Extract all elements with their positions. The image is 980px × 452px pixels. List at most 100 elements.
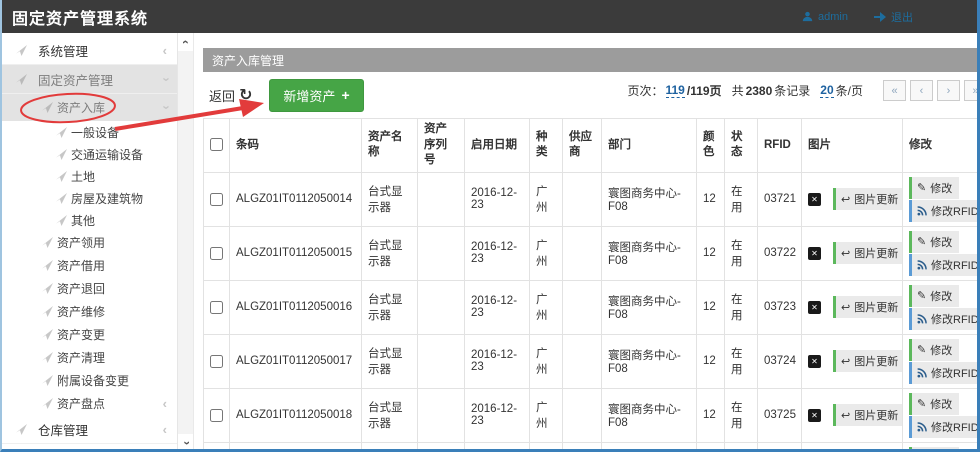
row-checkbox[interactable] bbox=[210, 355, 223, 368]
sidebar-item-3[interactable]: 一般设备 bbox=[2, 121, 177, 143]
nav-dart-icon bbox=[14, 74, 28, 85]
cell-start-date: 2016-12-23 bbox=[465, 442, 530, 452]
sidebar-scrollbar[interactable]: ‹ ‹ bbox=[177, 33, 193, 452]
select-all-checkbox[interactable] bbox=[210, 138, 223, 151]
image-update-button[interactable]: ↩ 图片更新 bbox=[833, 350, 903, 372]
col-start-date: 启用日期 bbox=[465, 119, 530, 173]
nav-dart-icon bbox=[40, 237, 54, 248]
cell-color: 12 bbox=[697, 226, 725, 280]
rfid-signal-icon bbox=[917, 368, 927, 378]
row-checkbox[interactable] bbox=[210, 247, 223, 260]
table-body: ALGZ01IT0112050014 台式显示器 2016-12-23 广州 寰… bbox=[204, 172, 980, 452]
modify-rfid-button[interactable]: 修改RFID bbox=[909, 308, 980, 330]
chevron-icon: ‹ bbox=[157, 105, 172, 109]
image-update-button[interactable]: ↩ 图片更新 bbox=[833, 188, 903, 210]
page-size-link[interactable]: 20 bbox=[820, 83, 833, 98]
sidebar-item-14[interactable]: 附属设备变更 bbox=[2, 369, 177, 392]
image-update-button[interactable]: ↩ 图片更新 bbox=[833, 242, 903, 264]
cell-supplier bbox=[563, 388, 602, 442]
sidebar-item-6[interactable]: 房屋及建筑物 bbox=[2, 187, 177, 209]
current-page-link[interactable]: 119 bbox=[666, 83, 685, 98]
sidebar-item-7[interactable]: 其他 bbox=[2, 209, 177, 231]
nav-dart-icon bbox=[54, 149, 68, 160]
first-page-button[interactable]: « bbox=[883, 80, 906, 101]
cell-start-date: 2016-12-23 bbox=[465, 334, 530, 388]
cell-rfid: 03722 bbox=[758, 226, 802, 280]
sidebar-item-9[interactable]: 资产借用 bbox=[2, 254, 177, 277]
cell-department: 寰图商务中心-F08 bbox=[602, 280, 697, 334]
sidebar-item-0[interactable]: 系统管理 ‹ bbox=[2, 36, 177, 65]
modify-button[interactable]: ✎ 修改 bbox=[909, 447, 959, 452]
modify-button[interactable]: ✎ 修改 bbox=[909, 339, 959, 361]
nav-dart-icon bbox=[40, 306, 54, 317]
row-checkbox[interactable] bbox=[210, 409, 223, 422]
broken-image-icon: ✕ bbox=[808, 409, 821, 422]
sidebar-item-8[interactable]: 资产领用 bbox=[2, 231, 177, 254]
sidebar-item-4[interactable]: 交通运输设备 bbox=[2, 143, 177, 165]
chevron-icon: ‹ bbox=[163, 422, 167, 437]
row-checkbox[interactable] bbox=[210, 193, 223, 206]
row-checkbox[interactable] bbox=[210, 301, 223, 314]
sidebar-item-1[interactable]: 固定资产管理 ‹ bbox=[2, 65, 177, 94]
modify-button[interactable]: ✎ 修改 bbox=[909, 285, 959, 307]
modify-button[interactable]: ✎ 修改 bbox=[909, 177, 959, 199]
rfid-signal-icon bbox=[917, 314, 927, 324]
edit-icon: ✎ bbox=[917, 397, 926, 410]
image-update-button[interactable]: ↩ 图片更新 bbox=[833, 404, 903, 426]
cell-department: 寰图商务中心-F08 bbox=[602, 226, 697, 280]
cell-rfid: 03725 bbox=[758, 388, 802, 442]
modify-button[interactable]: ✎ 修改 bbox=[909, 231, 959, 253]
cell-barcode: ALGZ01IT0112050015 bbox=[230, 226, 362, 280]
logout-link[interactable]: 退出 bbox=[874, 9, 913, 25]
image-update-button[interactable]: ↩ 图片更新 bbox=[833, 296, 903, 318]
modify-rfid-button[interactable]: 修改RFID bbox=[909, 416, 980, 438]
top-header-bar: 固定资产管理系统 admin 退出 bbox=[2, 0, 977, 33]
modify-rfid-button[interactable]: 修改RFID bbox=[909, 200, 980, 222]
sidebar-item-10[interactable]: 资产退回 bbox=[2, 277, 177, 300]
page-label: 页次： bbox=[627, 82, 663, 99]
sidebar-item-13[interactable]: 资产清理 bbox=[2, 346, 177, 369]
last-page-button[interactable]: » bbox=[964, 80, 980, 101]
refresh-back-icon: ↻ bbox=[239, 85, 252, 105]
sidebar-item-12[interactable]: 资产变更 bbox=[2, 323, 177, 346]
back-button[interactable]: 返回 ↻ bbox=[209, 85, 252, 105]
cell-serial bbox=[418, 226, 465, 280]
cell-start-date: 2016-12-23 bbox=[465, 280, 530, 334]
prev-page-button[interactable]: ‹ bbox=[910, 80, 933, 101]
reply-icon: ↩ bbox=[841, 409, 850, 422]
edit-icon: ✎ bbox=[917, 235, 926, 248]
sidebar-item-5[interactable]: 土地 bbox=[2, 165, 177, 187]
cell-department: 寰图商务中心-F08 bbox=[602, 172, 697, 226]
sidebar-item-2[interactable]: 资产入库 ‹ bbox=[2, 94, 177, 121]
add-asset-button[interactable]: 新增资产 + bbox=[269, 79, 363, 112]
broken-image-icon: ✕ bbox=[808, 247, 821, 260]
cell-serial bbox=[418, 172, 465, 226]
cell-category: 广州 bbox=[530, 280, 563, 334]
scroll-down-icon[interactable]: ‹ bbox=[178, 434, 193, 452]
rfid-signal-icon bbox=[917, 260, 927, 270]
col-category: 种类 bbox=[530, 119, 563, 173]
col-status: 状态 bbox=[725, 119, 758, 173]
next-page-button[interactable]: › bbox=[937, 80, 960, 101]
nav-dart-icon bbox=[54, 171, 68, 182]
cell-category: 广州 bbox=[530, 226, 563, 280]
modify-rfid-button[interactable]: 修改RFID bbox=[909, 362, 980, 384]
col-department: 部门 bbox=[602, 119, 697, 173]
table-row: ALGZ01IT0112050018 台式显示器 2016-12-23 广州 寰… bbox=[204, 388, 980, 442]
cell-category: 广州 bbox=[530, 334, 563, 388]
table-header-row: 条码 资产名称 资产序列号 启用日期 种类 供应商 部门 颜色 状态 RFID … bbox=[204, 119, 980, 173]
user-link[interactable]: admin bbox=[802, 11, 848, 23]
cell-rfid: 03724 bbox=[758, 334, 802, 388]
sidebar-item-11[interactable]: 资产维修 bbox=[2, 300, 177, 323]
plus-icon: + bbox=[341, 87, 349, 103]
nav-dart-icon bbox=[54, 215, 68, 226]
col-rfid: RFID bbox=[758, 119, 802, 173]
modify-rfid-button[interactable]: 修改RFID bbox=[909, 254, 980, 276]
sidebar-item-15[interactable]: 资产盘点 ‹ bbox=[2, 392, 177, 415]
sidebar-item-16[interactable]: 仓库管理 ‹ bbox=[2, 415, 177, 444]
scroll-up-icon[interactable]: ‹ bbox=[178, 33, 193, 51]
cell-color: 12 bbox=[697, 280, 725, 334]
cell-category: 广州 bbox=[530, 388, 563, 442]
app-title: 固定资产管理系统 bbox=[2, 5, 148, 29]
modify-button[interactable]: ✎ 修改 bbox=[909, 393, 959, 415]
